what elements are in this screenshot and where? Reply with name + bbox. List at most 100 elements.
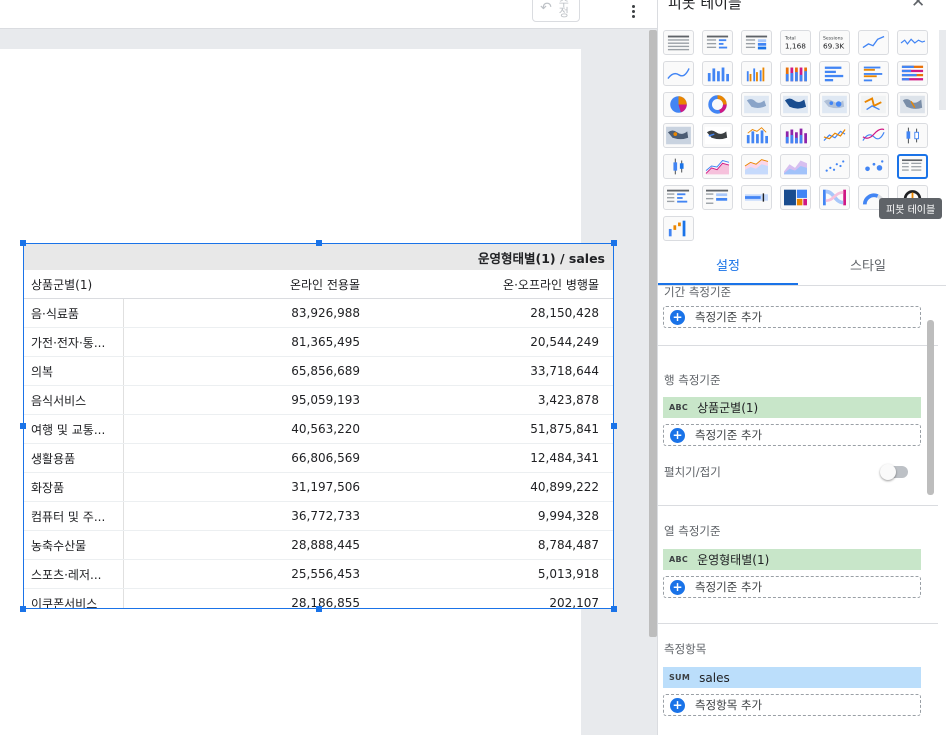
- omni-value-cell: 8,784,487: [537, 538, 599, 552]
- pie-chart-icon[interactable]: [663, 92, 694, 117]
- omni-value-cell: 20,544,249: [530, 335, 599, 349]
- geo-map-icon[interactable]: [741, 92, 772, 117]
- row-dimension-cell: 음·식료품: [24, 299, 124, 327]
- bullet-chart-icon[interactable]: [741, 185, 772, 210]
- pivot-table-bars-icon[interactable]: [663, 185, 694, 210]
- stacked-area-chart-icon[interactable]: [741, 154, 772, 179]
- omni-value-cell: 202,107: [549, 596, 599, 609]
- table-chart-icon[interactable]: [663, 30, 694, 55]
- pivot-table-chart[interactable]: 운영형태별(1) / sales 상품군별(1) 온라인 전용몰 온·오프라인 …: [23, 243, 614, 609]
- online-value-cell: 81,365,495: [291, 335, 360, 349]
- resize-handle[interactable]: [20, 606, 26, 612]
- pivot-table-heatmap-icon[interactable]: [702, 185, 733, 210]
- close-icon[interactable]: ✕: [911, 0, 925, 12]
- filled-map-icon[interactable]: [780, 92, 811, 117]
- more-options-icon[interactable]: [624, 0, 642, 22]
- panel-edge: [939, 30, 946, 110]
- grouped-bar-chart-icon[interactable]: [858, 61, 889, 86]
- row-dimension-cell: 음식서비스: [24, 386, 124, 414]
- stacked-bar-chart-icon[interactable]: [897, 61, 928, 86]
- area-chart-icon[interactable]: [702, 154, 733, 179]
- resize-handle[interactable]: [611, 606, 617, 612]
- bubble-chart-icon[interactable]: [858, 154, 889, 179]
- table-row: 가전·전자·통... 81,365,495 20,544,249: [24, 328, 613, 357]
- add-column-dimension-button[interactable]: + 측정기준 추가: [663, 576, 921, 598]
- bubble-map-icon[interactable]: [819, 92, 850, 117]
- column-chart-icon[interactable]: [702, 61, 733, 86]
- resize-handle[interactable]: [611, 240, 617, 246]
- stacked-column-chart-icon[interactable]: [780, 61, 811, 86]
- resize-handle[interactable]: [611, 423, 617, 429]
- scorecard-total-label: Total: [784, 35, 796, 41]
- column-dimension-chip-label: 운영형태별(1): [697, 553, 770, 567]
- resize-handle[interactable]: [20, 423, 26, 429]
- undo-icon: ↶: [540, 0, 552, 16]
- world-map-icon[interactable]: [702, 123, 733, 148]
- online-value-cell: 83,926,988: [291, 306, 360, 320]
- sparkline-chart-icon[interactable]: [897, 30, 928, 55]
- smoothed-line-chart-icon[interactable]: [663, 61, 694, 86]
- scatter-chart-icon[interactable]: [819, 154, 850, 179]
- online-value-cell: 28,888,445: [291, 538, 360, 552]
- add-icon: +: [670, 427, 685, 443]
- online-value-cell: 31,197,506: [291, 480, 360, 494]
- row-dimension-chip[interactable]: ABC 상품군별(1): [663, 397, 921, 418]
- scorecard-sessions-icon[interactable]: Sessions 69.3K: [819, 30, 850, 55]
- undo-label: 수 정: [558, 0, 569, 19]
- expand-collapse-toggle[interactable]: [880, 464, 908, 480]
- donut-chart-icon[interactable]: [702, 92, 733, 117]
- panel-scrollbar[interactable]: [927, 320, 934, 495]
- combo-column-line-icon[interactable]: [741, 123, 772, 148]
- time-series-chart-icon[interactable]: [858, 30, 889, 55]
- add-row-dimension-button[interactable]: + 측정기준 추가: [663, 424, 921, 446]
- heat-map-icon[interactable]: [663, 123, 694, 148]
- row-dimension-header[interactable]: 상품군별(1): [24, 270, 124, 298]
- resize-handle[interactable]: [316, 240, 322, 246]
- google-maps-filled-icon[interactable]: [897, 92, 928, 117]
- omni-value-cell: 51,875,841: [530, 422, 599, 436]
- row-dimension-chip-label: 상품군별(1): [697, 401, 759, 415]
- combo-stacked-column-icon[interactable]: [780, 123, 811, 148]
- column-header-omni[interactable]: 온·오프라인 병행몰: [370, 276, 613, 293]
- candlestick-chart-icon[interactable]: [897, 123, 928, 148]
- treemap-icon[interactable]: [780, 185, 811, 210]
- grouped-column-chart-icon[interactable]: [741, 61, 772, 86]
- line-chart-icon[interactable]: [819, 123, 850, 148]
- table-row: 스포츠·레저... 25,556,453 5,013,918: [24, 560, 613, 589]
- online-value-cell: 25,556,453: [291, 567, 360, 581]
- resize-handle[interactable]: [316, 606, 322, 612]
- panel-tabs: 설정 스타일: [658, 250, 946, 286]
- percent-area-chart-icon[interactable]: [780, 154, 811, 179]
- metric-chip[interactable]: SUM sales: [663, 667, 921, 688]
- pivot-table-icon[interactable]: [897, 154, 928, 179]
- resize-handle[interactable]: [20, 240, 26, 246]
- table-row: 여행 및 교통... 40,563,220 51,875,841: [24, 415, 613, 444]
- scorecard-total-icon[interactable]: Total 1,168: [780, 30, 811, 55]
- dimension-type-tag: ABC: [669, 403, 689, 412]
- tab-style[interactable]: 스타일: [798, 250, 938, 285]
- row-dimension-label: 행 측정기준: [664, 373, 721, 387]
- online-value-cell: 36,772,733: [291, 509, 360, 523]
- online-value-cell: 66,806,569: [291, 451, 360, 465]
- omni-value-cell: 40,899,222: [530, 480, 599, 494]
- column-dimension-chip[interactable]: ABC 운영형태별(1): [663, 549, 921, 570]
- waterfall-chart-icon[interactable]: [663, 216, 694, 241]
- sankey-chart-icon[interactable]: [819, 185, 850, 210]
- add-metric-button[interactable]: + 측정항목 추가: [663, 694, 921, 716]
- smooth-line-chart-icon[interactable]: [858, 123, 889, 148]
- table-row: 음식서비스 95,059,193 3,423,878: [24, 386, 613, 415]
- canvas-scrollbar[interactable]: [649, 30, 657, 637]
- table-bars-chart-icon[interactable]: [702, 30, 733, 55]
- online-value-cell: 95,059,193: [291, 393, 360, 407]
- table-row: 화장품 31,197,506 40,899,222: [24, 473, 613, 502]
- undo-button[interactable]: ↶ 수 정: [532, 0, 580, 22]
- pivot-header-row: 상품군별(1) 온라인 전용몰 온·오프라인 병행몰: [24, 270, 613, 299]
- chart-type-tooltip: 피봇 테이블: [879, 198, 943, 219]
- bar-chart-icon[interactable]: [819, 61, 850, 86]
- google-maps-line-icon[interactable]: [858, 92, 889, 117]
- tab-setup[interactable]: 설정: [658, 250, 798, 285]
- column-header-online[interactable]: 온라인 전용몰: [124, 276, 370, 293]
- table-heatmap-chart-icon[interactable]: [741, 30, 772, 55]
- add-date-dimension-button[interactable]: + 측정기준 추가: [663, 306, 921, 328]
- box-plot-icon[interactable]: [663, 154, 694, 179]
